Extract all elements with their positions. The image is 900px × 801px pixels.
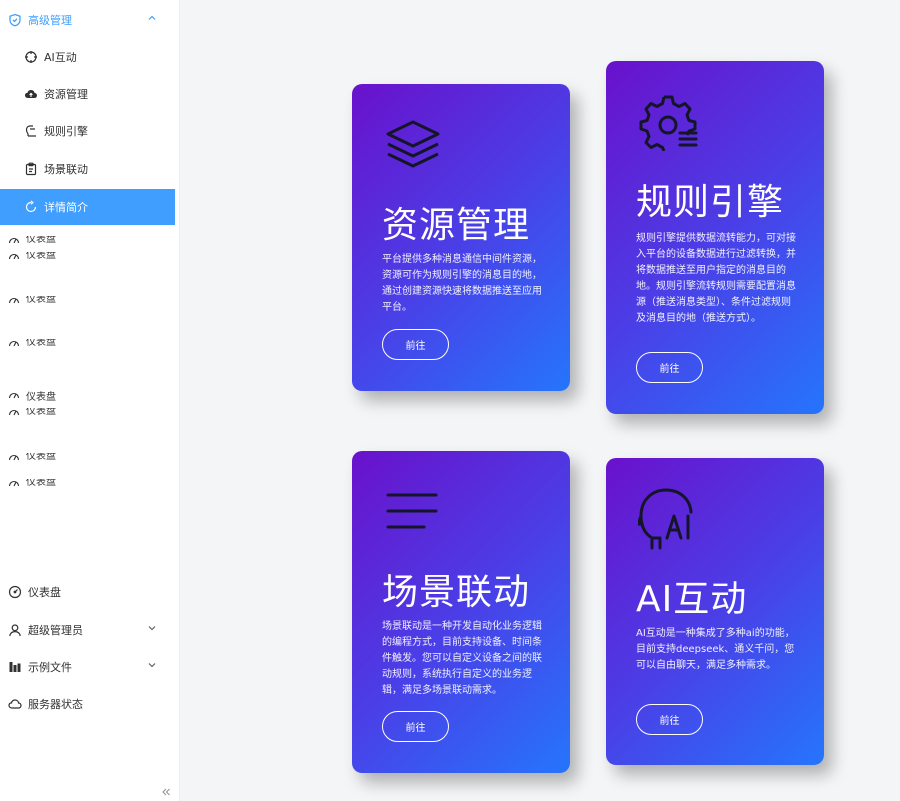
- dashboard-icon: [8, 408, 20, 416]
- card-go-button[interactable]: 前往: [382, 329, 449, 360]
- card-description: AI互动是一种集成了多种ai的功能，目前支持deepseek、通义千问，您可以自…: [636, 628, 795, 671]
- gear-list-icon: [638, 91, 698, 155]
- card-go-button[interactable]: 前往: [636, 704, 703, 735]
- sidebar-item-dashboard-glitch[interactable]: 仪表盘: [8, 408, 78, 416]
- chevron-down-icon: [147, 623, 157, 633]
- sidebar-item-dashboard[interactable]: 仪表盘: [0, 574, 175, 610]
- rule-icon: [24, 124, 38, 138]
- sidebar-item-details[interactable]: 详情简介: [0, 189, 175, 225]
- card-go-button[interactable]: 前往: [382, 711, 449, 742]
- sidebar-item-super-admin[interactable]: 超级管理员: [0, 612, 175, 648]
- dashboard-icon: [8, 339, 20, 347]
- card-scenes: 场景联动 场景联动是一种开发自动化业务逻辑的编程方式，目前支持设备、时间条件触发…: [352, 451, 570, 773]
- dashboard-icon: [8, 585, 22, 599]
- dashboard-icon: [8, 296, 20, 304]
- layers-icon: [384, 116, 442, 178]
- sidebar-item-scenes[interactable]: 场景联动: [0, 151, 175, 187]
- sidebar-item-label: 场景联动: [44, 163, 88, 176]
- card-rules: 规则引擎 规则引擎提供数据流转能力，可对接入平台的设备数据进行过滤转换，并将数据…: [606, 61, 824, 414]
- dashboard-icon: [8, 479, 20, 487]
- sidebar-group-label: 高级管理: [28, 14, 72, 27]
- dashboard-icon: [8, 252, 20, 260]
- sidebar-item-dashboard-glitch[interactable]: 仪表盘: [8, 236, 78, 244]
- card-description: 场景联动是一种开发自动化业务逻辑的编程方式，目前支持设备、时间条件触发。您可以自…: [382, 621, 542, 696]
- card-ai: AI互动 AI互动是一种集成了多种ai的功能，目前支持deepseek、通义千问…: [606, 458, 824, 765]
- chart-icon: [8, 660, 22, 674]
- sidebar-item-label: 详情简介: [44, 201, 88, 214]
- sidebar-item-example-files[interactable]: 示例文件: [0, 649, 175, 685]
- sidebar-item-rules[interactable]: 规则引擎: [0, 113, 175, 149]
- shield-icon: [8, 13, 22, 27]
- sidebar-item-label: 规则引擎: [44, 125, 88, 138]
- sidebar-item-dashboard-glitch[interactable]: 仪表盘: [8, 252, 78, 260]
- sidebar-item-server-status[interactable]: 服务器状态: [0, 686, 175, 722]
- sidebar-item-resources[interactable]: 资源管理: [0, 76, 175, 112]
- card-title: 资源管理: [382, 205, 531, 246]
- sidebar-item-label: 资源管理: [44, 88, 88, 101]
- dashboard-icon: [8, 453, 20, 461]
- sidebar-item-dashboard-glitch[interactable]: 仪表盘: [8, 339, 78, 347]
- chevron-down-icon: [147, 660, 157, 670]
- sidebar: 高级管理 AI互动 资源管理 规则引擎 场景联动 详情简介 仪表盘 仪表盘 仪表…: [0, 0, 180, 801]
- sidebar-group-advanced[interactable]: 高级管理: [0, 2, 175, 38]
- card-title: 规则引擎: [636, 182, 785, 223]
- chevron-up-icon: [147, 13, 157, 23]
- sidebar-item-dashboard-glitch[interactable]: 仪表盘: [8, 296, 78, 304]
- card-description: 平台提供多种消息通信中间件资源，资源可作为规则引擎的消息目的地，通过创建资源快速…: [382, 254, 542, 313]
- sidebar-item-dashboard-glitch[interactable]: 仪表盘: [8, 479, 78, 487]
- card-title: 场景联动: [382, 572, 531, 613]
- clipboard-icon: [24, 162, 38, 176]
- sidebar-item-label: 服务器状态: [28, 698, 83, 711]
- sidebar-item-ai[interactable]: AI互动: [0, 39, 175, 75]
- refresh-icon: [24, 200, 38, 214]
- sidebar-item-label: 超级管理员: [28, 624, 83, 637]
- crosshair-icon: [24, 50, 38, 64]
- card-title: AI互动: [636, 579, 748, 620]
- dashboard-icon: [8, 389, 20, 401]
- sidebar-item-dashboard-glitch[interactable]: 仪表盘: [8, 453, 78, 461]
- collapse-sidebar-button[interactable]: [160, 786, 172, 798]
- cloud-upload-icon: [24, 87, 38, 101]
- sidebar-item-dashboard-glitch[interactable]: 仪表盘: [8, 388, 78, 402]
- card-resources: 资源管理 平台提供多种消息通信中间件资源，资源可作为规则引擎的消息目的地，通过创…: [352, 84, 570, 391]
- card-go-button[interactable]: 前往: [636, 352, 703, 383]
- ai-head-icon: [636, 486, 696, 556]
- double-chevron-left-icon: [162, 788, 170, 796]
- menu-lines-icon: [384, 491, 440, 535]
- user-icon: [8, 623, 22, 637]
- cloud-icon: [8, 697, 22, 711]
- sidebar-item-label: AI互动: [44, 51, 77, 64]
- dashboard-icon: [8, 236, 20, 244]
- sidebar-item-label: 示例文件: [28, 661, 72, 674]
- card-description: 规则引擎提供数据流转能力，可对接入平台的设备数据进行过滤转换，并将数据推送至用户…: [636, 233, 796, 324]
- sidebar-item-label: 仪表盘: [28, 586, 61, 599]
